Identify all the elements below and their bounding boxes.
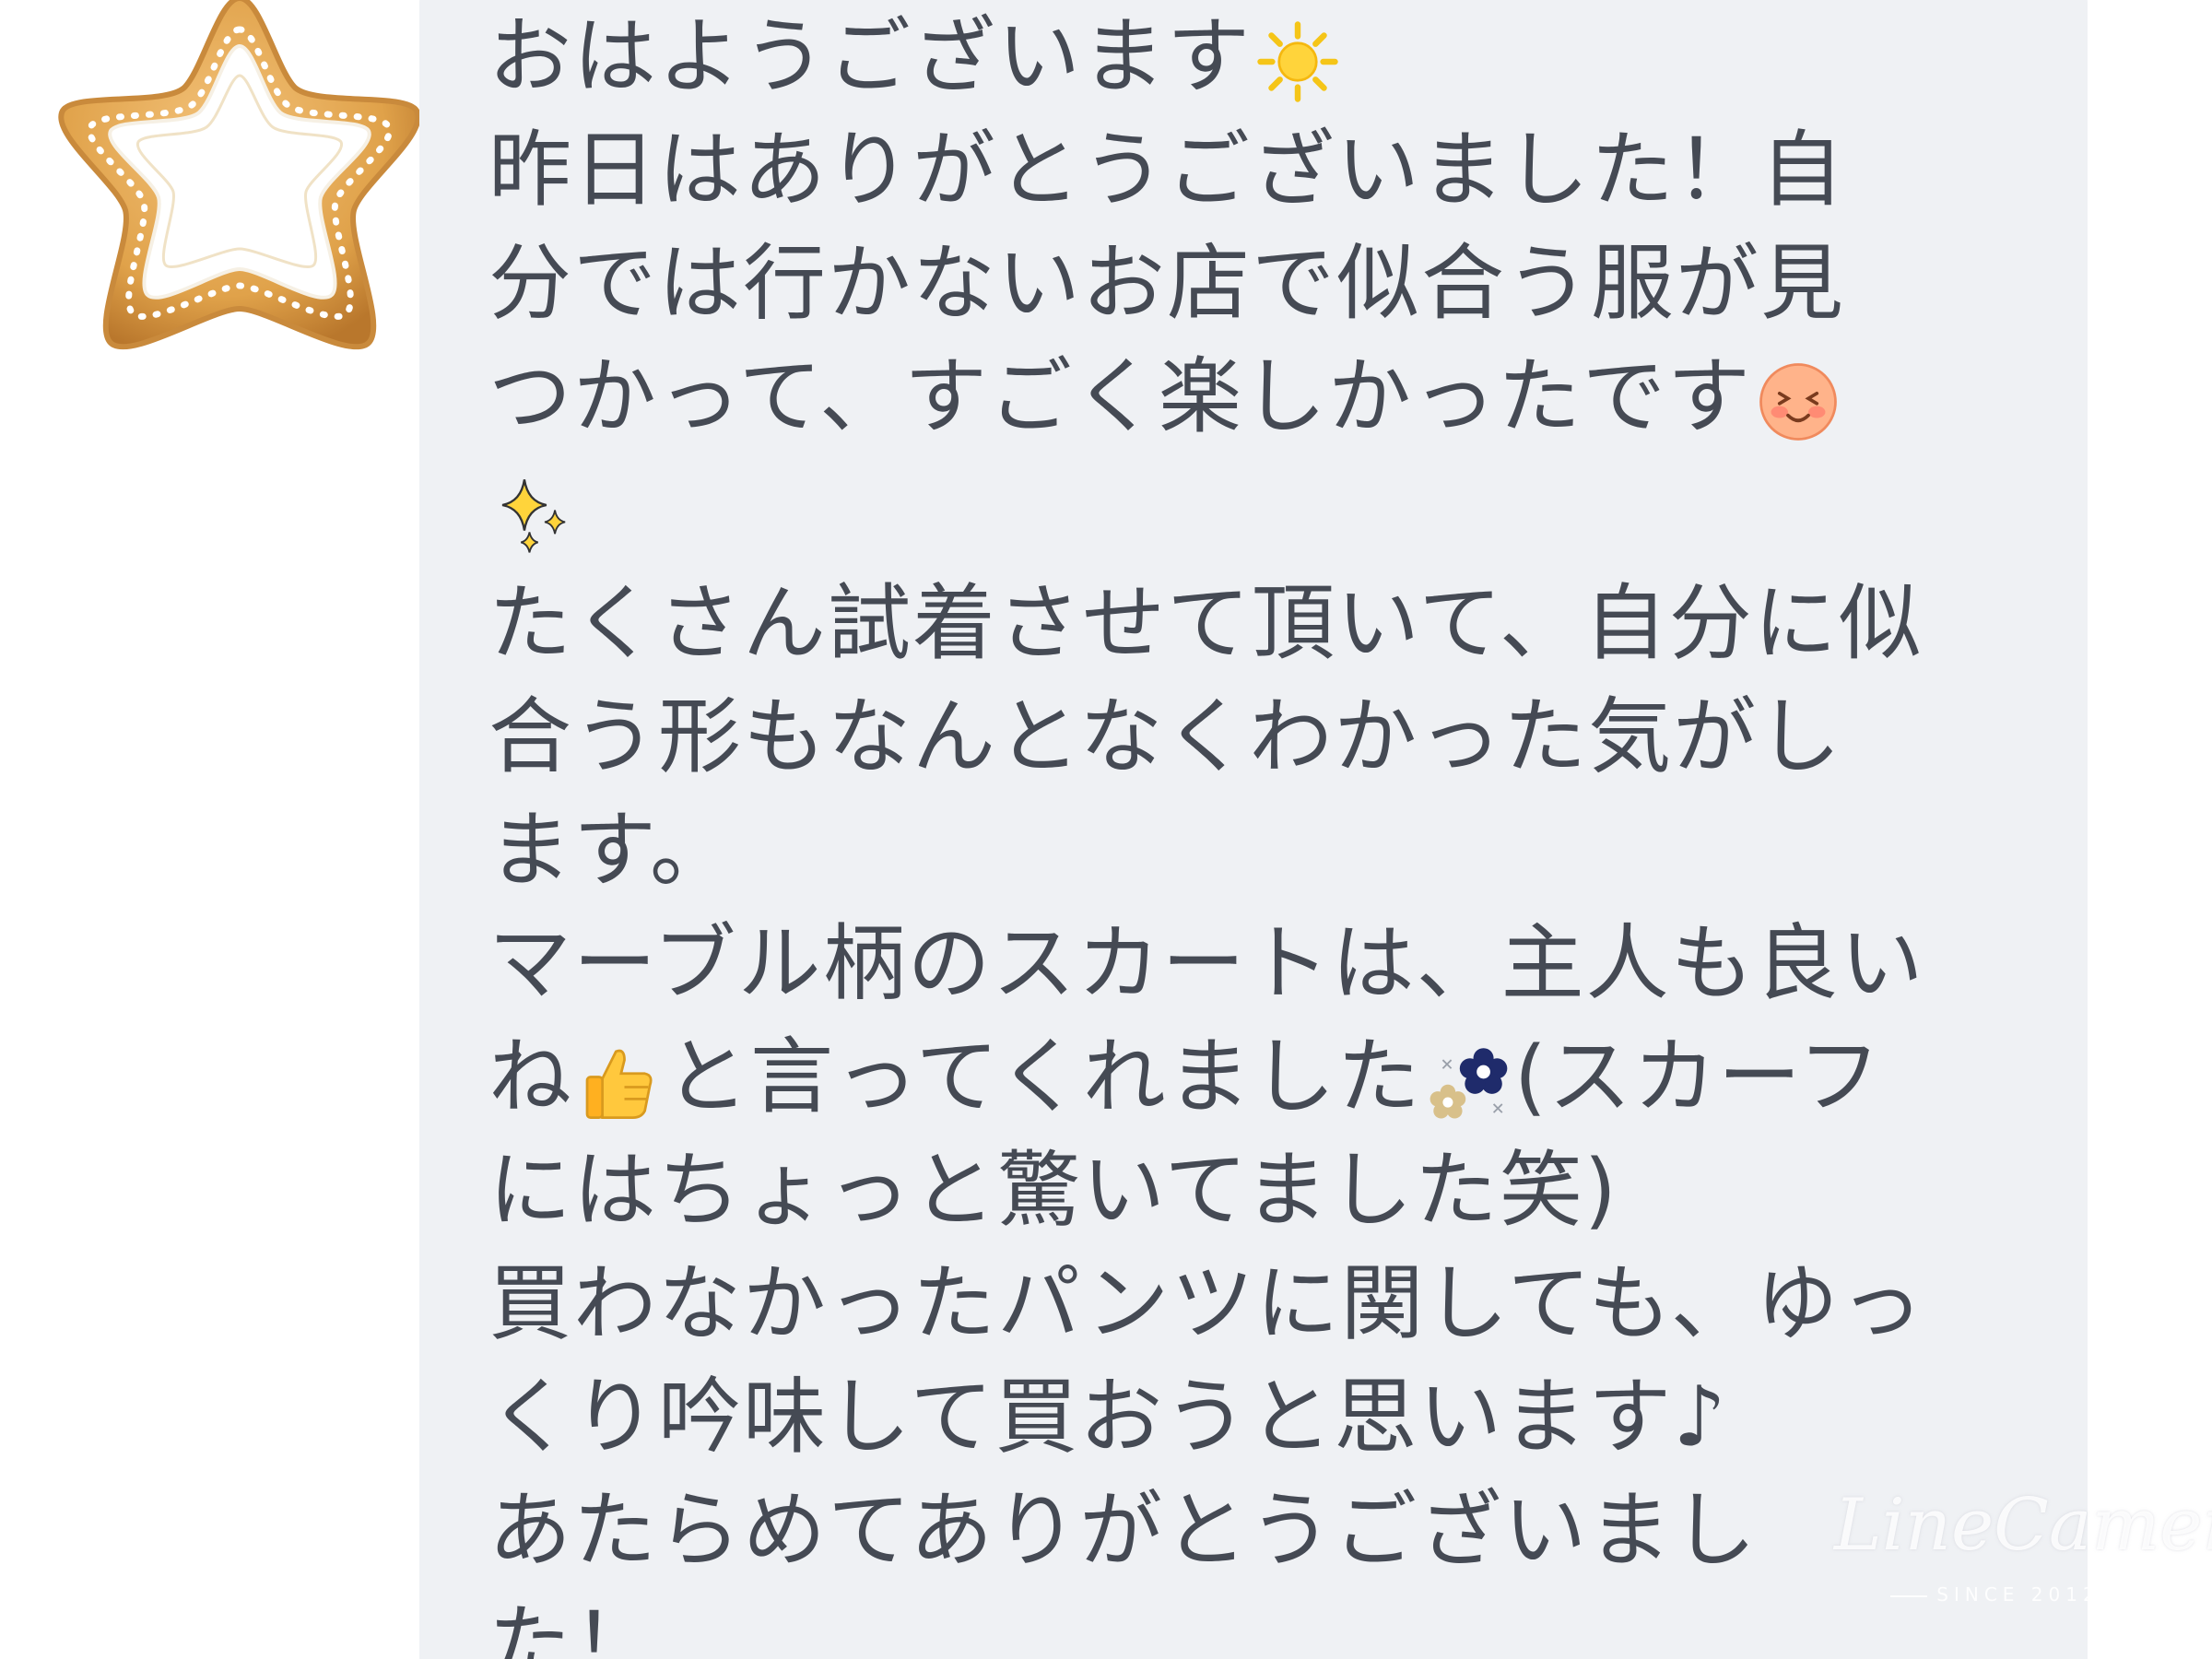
star-cookie-icon [58, 0, 421, 350]
avatar[interactable] [18, 0, 461, 387]
sparkles-icon [492, 473, 577, 558]
message-line: マーブル柄のスカートは、主人も良い [488, 915, 1925, 1012]
sun-icon [1255, 19, 1340, 104]
blushing-smile-icon [1756, 359, 1841, 444]
message-line: ね と言ってくれました (スカーフ [488, 1029, 1883, 1125]
message-line: ます。 [488, 802, 735, 899]
message-line: おはようございます [488, 0, 2055, 113]
thumbs-up-icon [577, 1040, 662, 1124]
message-line: 合う形もなんとなくわかった気がし [488, 688, 1843, 785]
chat-screen: おはようございます 昨日はありがとうございました！自 分では行かないお店で似合う… [0, 0, 2212, 1659]
message-line: たくさん試着させて頂いて、自分に似 [488, 575, 1924, 672]
message-line: つかって、すごく楽しかったです [488, 340, 2055, 453]
message-line: にはちょっと驚いてました笑) [488, 1142, 1618, 1239]
message-line [488, 453, 2055, 567]
message-text: おはようございます 昨日はありがとうございました！自 分では行かないお店で似合う… [488, 0, 2055, 1659]
watermark-subtitle: SINCE 2012 [1880, 1583, 2157, 1606]
message-line: くり吟味して買おうと思います♪ [488, 1369, 1728, 1465]
message-line: 買わなかったパンツに関しても、ゆっ [488, 1255, 1925, 1352]
message-line: 昨日はありがとうございました！自 [488, 122, 1845, 218]
message-line: 分では行かないお店で似合う服が見 [488, 235, 1845, 332]
message-line: あたらめてありがとうございまし [488, 1482, 1759, 1579]
watermark-logo: LineCamera [1834, 1484, 2212, 1567]
message-line: た！ [488, 1595, 658, 1659]
flowers-icon [1426, 1040, 1511, 1124]
